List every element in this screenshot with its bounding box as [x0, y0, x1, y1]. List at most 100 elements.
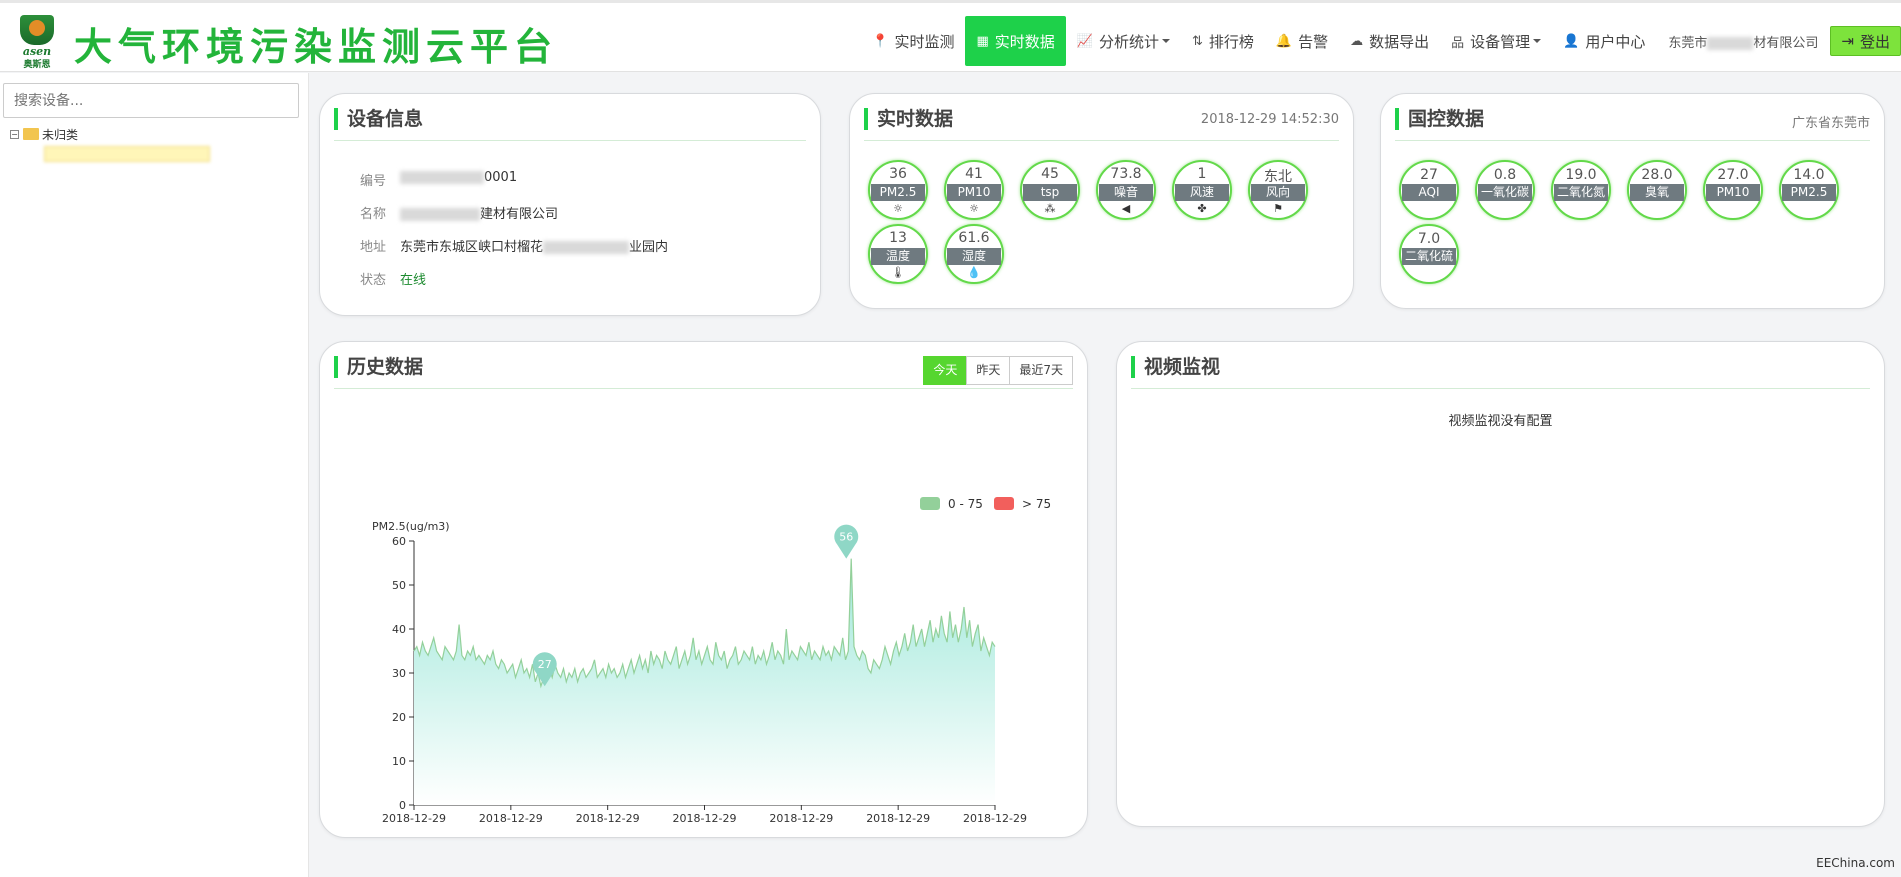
tree-node-label: 未归类 [42, 127, 79, 142]
gauge-label: 二氧化氮 [1554, 184, 1608, 201]
gauge--3: 73.8 噪音 ◀ [1096, 160, 1156, 220]
location-label: 广东省东莞市 [1791, 116, 1870, 131]
info-row-name: 名称 建材有限公司 [360, 203, 558, 222]
info-row-id: 编号 0001 [360, 170, 517, 189]
gauge--6: 7.0 二氧化硫 [1399, 224, 1459, 284]
gauge-value: 28.0 [1641, 167, 1673, 183]
panel-title: 实时数据 [864, 108, 953, 130]
shield-logo-icon [20, 15, 54, 45]
device-search-input[interactable] [3, 83, 299, 118]
gauge-label: PM10 [1706, 184, 1760, 201]
gauge-value: 41 [965, 166, 983, 182]
x-tick-label-time: 12:16:30 [873, 825, 922, 827]
marker-label: 27 [538, 658, 552, 671]
y-tick-label: 50 [392, 579, 406, 592]
company-name: 东莞市 材有限公司 [1668, 35, 1819, 51]
y-tick-label: 20 [392, 711, 406, 724]
gauge--7: 61.6 湿度 💧 [944, 224, 1004, 284]
main-nav: 📍 实时监测 ▦ 实时数据 📈 分析统计 ⇅ 排行榜 🔔 告警 ☁ 数据导出品设备管理 👤 用户中心 东莞市… [861, 16, 1901, 66]
droplet-icon: 💧 [967, 266, 981, 279]
pm25-history-chart: PM2.5(ug/m3)01020304050602018-12-2900:01… [372, 497, 1051, 827]
gauge--2: 19.0 二氧化氮 [1551, 160, 1611, 220]
gauge-label: 温度 [871, 248, 925, 265]
gauge-value: 1 [1197, 166, 1207, 182]
panel-header: 视频监视 [1131, 354, 1870, 389]
panel-title: 国控数据 [1395, 108, 1484, 130]
logout-button[interactable]: ⇥ 登出 [1830, 26, 1901, 56]
tree-node-device[interactable] [44, 146, 210, 162]
user-icon: 👤 [1563, 33, 1580, 49]
gauge--4: 1 风速 ✤ [1172, 160, 1232, 220]
nav-item-label: 设备管理 [1470, 32, 1531, 51]
gauge-label: AQI [1402, 184, 1456, 201]
gauge-label: 噪音 [1099, 184, 1153, 201]
pm25-area [414, 558, 995, 805]
gauge-label: PM10 [947, 184, 1001, 201]
brand-logo[interactable]: asen 奥斯恩 [12, 15, 62, 70]
nav-item-1[interactable]: ▦ 实时数据 [965, 16, 1066, 66]
gauge-value: 13 [889, 230, 907, 246]
info-key: 编号 [360, 174, 387, 189]
gauge-label: 湿度 [947, 248, 1001, 265]
device-info-panel: 设备信息 编号 0001 名称 建材有限公司 地址 东莞市东城区峡口村榴花 业园内… [319, 93, 821, 316]
gauge-pm25-5: 14.0 PM2.5 [1779, 160, 1839, 220]
line-chart-icon: 📈 [1076, 33, 1093, 49]
logout-label: 登出 [1859, 32, 1890, 51]
thermometer-icon: 🌡 [891, 266, 905, 279]
gauge-aqi-0: 27 AQI [1399, 160, 1459, 220]
gauge-value: 7.0 [1417, 231, 1441, 247]
nav-item-7[interactable]: 👤 用户中心 [1552, 16, 1656, 66]
nav-item-2[interactable]: 📈 分析统计 [1066, 16, 1181, 66]
windsock-icon: ⚑ [1273, 202, 1283, 215]
gauge-value: 19.0 [1565, 167, 1597, 183]
panel-title: 历史数据 [334, 356, 423, 378]
info-row-address: 地址 东莞市东城区峡口村榴花 业园内 [360, 236, 668, 255]
tab-today[interactable]: 今天 [923, 356, 968, 385]
nav-item-0[interactable]: 📍 实时监测 [861, 16, 965, 66]
value-marker-pin: 56 [834, 524, 859, 559]
x-tick-label-date: 2018-12-29 [963, 812, 1027, 825]
gauge-label: 风向 [1251, 184, 1305, 201]
tab-yesterday[interactable]: 昨天 [966, 356, 1011, 385]
gauge--1: 0.8 一氧化碳 [1475, 160, 1535, 220]
gauge-pm25-0: 36 PM2.5 ☼ [868, 160, 928, 220]
tree-node-uncategorized[interactable]: − 未归类 [10, 125, 210, 143]
nav-item-5[interactable]: ☁ 数据导出 [1339, 16, 1440, 66]
legend-swatch[interactable] [994, 497, 1014, 510]
nav-item-3[interactable]: ⇅ 排行榜 [1181, 16, 1265, 66]
video-panel: 视频监视 视频监视没有配置 [1116, 341, 1885, 827]
gauge--5: 东北 风向 ⚑ [1248, 160, 1308, 220]
caret-down-icon [1533, 39, 1542, 43]
gauge-label: 一氧化碳 [1478, 184, 1532, 201]
gauge-label: 风速 [1175, 184, 1229, 201]
top-header: asen 奥斯恩 大气环境污染监测云平台 📍 实时监测 ▦ 实时数据 📈 分析统计 ⇅ 排行榜… [0, 0, 1901, 72]
status-value: 在线 [400, 273, 427, 288]
x-tick-label-time: 07:22:30 [680, 825, 729, 827]
tab-last-7-days[interactable]: 最近7天 [1009, 356, 1073, 385]
watermark-text: EEChina.com [1816, 856, 1895, 870]
speaker-icon: ◀ [1121, 202, 1131, 215]
legend-swatch[interactable] [920, 497, 940, 510]
gauge-pm10-1: 41 PM10 ☼ [944, 160, 1004, 220]
history-panel: 历史数据 今天 昨天 最近7天 PM2.5(ug/m3) 0 10 20 30 40 50 6… [319, 341, 1088, 838]
gauge-value: 73.8 [1110, 166, 1142, 182]
device-sidebar: − 未归类 [0, 73, 309, 877]
map-marker-icon: 📍 [872, 33, 889, 49]
y-tick-label: 0 [399, 799, 406, 812]
nav-item-4[interactable]: 🔔 告警 [1265, 16, 1339, 66]
legend-label[interactable]: > 75 [1022, 497, 1051, 511]
gauge-value: 东北 [1264, 169, 1292, 185]
y-tick-label: 40 [392, 623, 406, 636]
y-tick-label: 10 [392, 755, 406, 768]
gauge-tsp-2: 45 tsp ⁂ [1020, 160, 1080, 220]
x-tick-label-date: 2018-12-29 [576, 812, 640, 825]
x-tick-label-time: 14:43:31 [970, 825, 1019, 827]
legend-label[interactable]: 0 - 75 [948, 497, 983, 511]
gauge-value: 27.0 [1717, 167, 1749, 183]
nav-item-label: 用户中心 [1585, 32, 1646, 51]
nav-item-6[interactable]: 品设备管理 [1440, 16, 1552, 66]
y-tick-label: 30 [392, 667, 406, 680]
sitemap-icon: 品 [1451, 35, 1465, 51]
collapse-icon[interactable]: − [10, 129, 19, 139]
y-tick-label: 60 [392, 535, 406, 548]
